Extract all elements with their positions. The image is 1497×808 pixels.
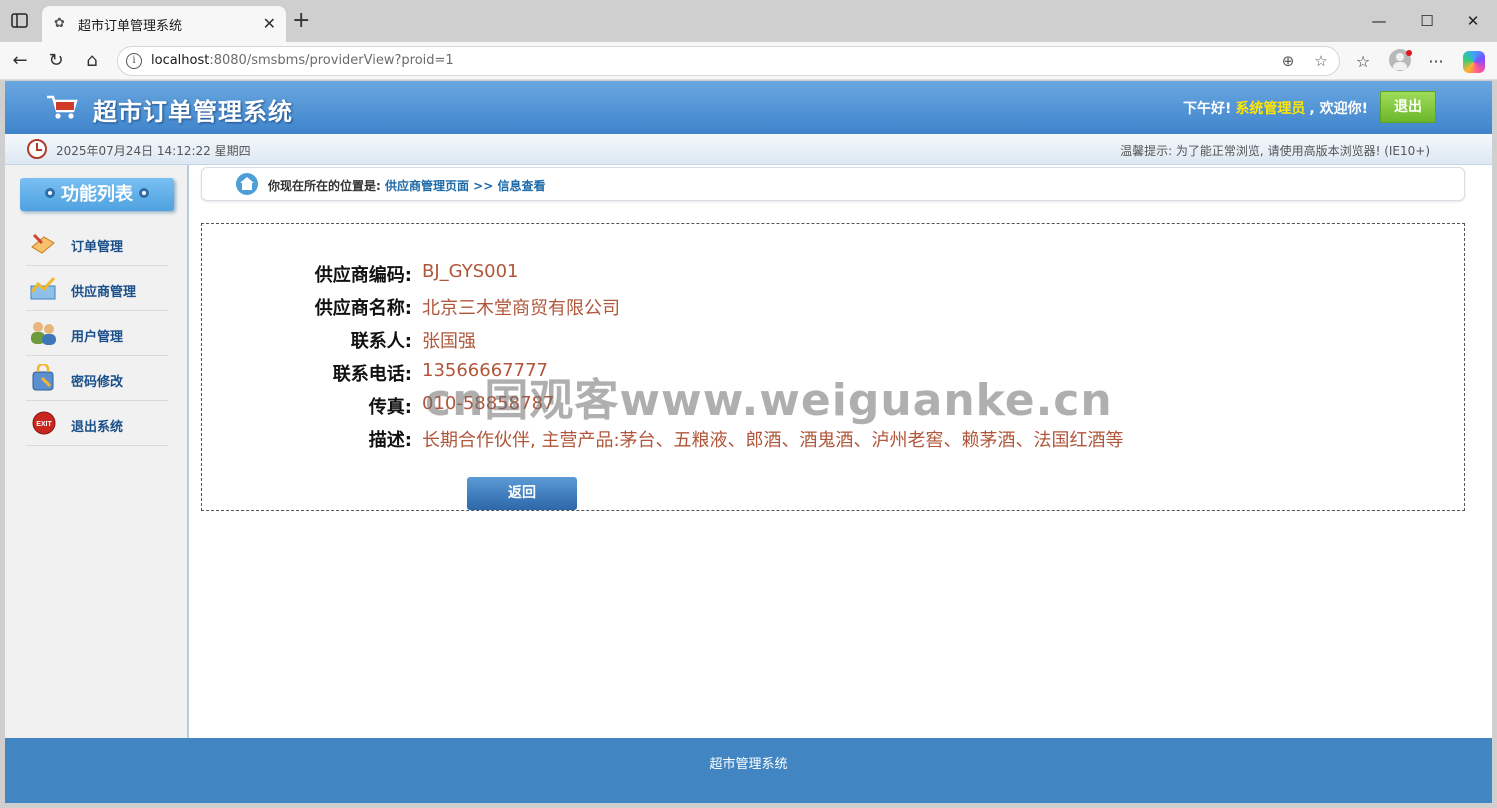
breadcrumb-path[interactable]: 供应商管理页面 >> 信息查看 bbox=[385, 179, 545, 193]
url-text[interactable]: localhost:8080/smsbms/providerView?proid… bbox=[151, 53, 454, 68]
description-value: 长期合作伙伴, 主营产品:茅台、五粮液、郎酒、酒鬼酒、泸州老窖、赖茅酒、法国红酒… bbox=[422, 430, 1124, 451]
window-close-icon[interactable]: ✕ bbox=[1450, 8, 1496, 34]
provider-name-value: 北京三木堂商贸有限公司 bbox=[422, 298, 620, 319]
minimize-icon[interactable]: — bbox=[1356, 8, 1402, 34]
sidebar-item-exit[interactable]: EXIT 退出系统 bbox=[26, 401, 168, 446]
sidebar-item-password[interactable]: 密码修改 bbox=[26, 356, 168, 401]
more-icon[interactable]: ··· bbox=[1425, 51, 1447, 73]
description-row: 描述: 长期合作伙伴, 主营产品:茅台、五粮液、郎酒、酒鬼酒、泸州老窖、赖茅酒、… bbox=[202, 426, 1302, 454]
address-bar: ← ↻ ⌂ i localhost:8080/smsbms/providerVi… bbox=[0, 42, 1497, 80]
breadcrumb: 你现在所在的位置是: 供应商管理页面 >> 信息查看 bbox=[201, 167, 1465, 201]
fax-value: 010-58858787 bbox=[422, 393, 555, 414]
url-input[interactable]: i localhost:8080/smsbms/providerView?pro… bbox=[117, 46, 1340, 76]
tab-favicon-icon: ✿ bbox=[54, 16, 65, 31]
description-label: 描述: bbox=[368, 430, 412, 451]
contact-value: 张国强 bbox=[422, 331, 476, 352]
favorites-icon[interactable]: ☆ bbox=[1352, 51, 1374, 73]
breadcrumb-text: 你现在所在的位置是: 供应商管理页面 >> 信息查看 bbox=[268, 179, 546, 193]
reload-icon[interactable]: ↻ bbox=[45, 50, 67, 72]
username: 系统管理员 bbox=[1235, 101, 1306, 117]
browser-tab[interactable]: ✿ 超市订单管理系统 ✕ bbox=[42, 6, 286, 42]
contact-row: 联系人: 张国强 bbox=[202, 327, 1302, 355]
contact-label: 联系人: bbox=[350, 331, 412, 352]
greeting-text: 下午好! bbox=[1183, 101, 1232, 117]
welcome-text: , 欢迎你! bbox=[1309, 101, 1368, 117]
phone-row: 联系电话: 13566667777 bbox=[202, 360, 1302, 388]
sidebar: 功能列表 订单管理 供应商管理 用户管理 密码修改 EXIT 退出系统 bbox=[5, 165, 189, 738]
provider-name-label: 供应商名称: bbox=[314, 298, 412, 319]
notification-dot bbox=[1406, 50, 1412, 56]
tab-close-icon[interactable]: ✕ bbox=[263, 14, 276, 33]
fax-row: 传真: 010-58858787 bbox=[202, 393, 1302, 421]
favorite-star-icon[interactable]: ☆ bbox=[1311, 51, 1331, 71]
cart-icon bbox=[47, 95, 78, 119]
sidebar-item-providers[interactable]: 供应商管理 bbox=[26, 266, 168, 311]
app-title: 超市订单管理系统 bbox=[93, 98, 293, 126]
logout-button[interactable]: 退出 bbox=[1380, 91, 1436, 123]
footer-text: 超市管理系统 bbox=[709, 757, 788, 772]
order-icon bbox=[31, 233, 55, 254]
bullet-icon bbox=[45, 188, 55, 198]
svg-text:EXIT: EXIT bbox=[36, 421, 52, 428]
provider-code-label: 供应商编码: bbox=[314, 265, 412, 286]
footer: 超市管理系统 bbox=[5, 738, 1492, 803]
greeting: 下午好! 系统管理员, 欢迎你! bbox=[1183, 98, 1368, 118]
users-icon bbox=[31, 322, 56, 345]
sidebar-item-label[interactable]: 密码修改 bbox=[71, 371, 123, 390]
provider-detail: 供应商编码: BJ_GYS001 供应商名称: 北京三木堂商贸有限公司 联系人:… bbox=[201, 223, 1465, 511]
clock-icon bbox=[27, 139, 47, 159]
tab-actions-icon[interactable] bbox=[10, 12, 32, 32]
password-icon bbox=[32, 364, 54, 391]
phone-label: 联系电话: bbox=[332, 364, 412, 385]
sidebar-item-label[interactable]: 供应商管理 bbox=[71, 281, 136, 300]
home-nav-icon[interactable]: ⌂ bbox=[81, 50, 103, 72]
back-button[interactable]: 返回 bbox=[467, 477, 577, 510]
provider-code-value: BJ_GYS001 bbox=[422, 261, 519, 282]
tab-title: 超市订单管理系统 bbox=[78, 19, 183, 34]
fax-label: 传真: bbox=[368, 397, 412, 418]
home-icon bbox=[236, 173, 258, 195]
sidebar-item-users[interactable]: 用户管理 bbox=[26, 311, 168, 356]
browser-tip: 温馨提示: 为了能正常浏览, 请使用高版本浏览器! (IE10+) bbox=[1120, 144, 1430, 158]
app-header: 超市订单管理系统 下午好! 系统管理员, 欢迎你! 退出 bbox=[5, 81, 1492, 134]
sidebar-menu: 订单管理 供应商管理 用户管理 密码修改 EXIT 退出系统 bbox=[26, 221, 168, 446]
phone-value: 13566667777 bbox=[422, 360, 548, 381]
sidebar-item-label[interactable]: 退出系统 bbox=[71, 416, 123, 435]
copilot-icon[interactable] bbox=[1463, 51, 1485, 73]
sidebar-item-label[interactable]: 订单管理 bbox=[71, 236, 123, 255]
exit-icon: EXIT bbox=[32, 411, 56, 435]
web-page: 超市订单管理系统 下午好! 系统管理员, 欢迎你! 退出 2025年07月24日 … bbox=[5, 81, 1492, 803]
site-info-icon[interactable]: i bbox=[126, 53, 142, 69]
zoom-icon[interactable]: ⊕ bbox=[1278, 51, 1298, 71]
new-tab-icon[interactable]: + bbox=[292, 9, 310, 33]
bullet-icon bbox=[139, 188, 149, 198]
back-arrow-icon[interactable]: ← bbox=[9, 50, 31, 72]
maximize-icon[interactable]: ☐ bbox=[1404, 8, 1450, 34]
provider-code-row: 供应商编码: BJ_GYS001 bbox=[202, 261, 1302, 289]
provider-name-row: 供应商名称: 北京三木堂商贸有限公司 bbox=[202, 294, 1302, 322]
datetime: 2025年07月24日 14:12:22 星期四 bbox=[56, 144, 251, 158]
sidebar-item-label[interactable]: 用户管理 bbox=[71, 326, 123, 345]
browser-tab-bar: ✿ 超市订单管理系统 ✕ + — ☐ ✕ bbox=[0, 0, 1497, 42]
function-list-title: 功能列表 bbox=[20, 178, 174, 211]
sidebar-item-orders[interactable]: 订单管理 bbox=[26, 221, 168, 266]
info-bar: 2025年07月24日 14:12:22 星期四 温馨提示: 为了能正常浏览, … bbox=[5, 134, 1492, 165]
provider-icon bbox=[30, 276, 56, 300]
